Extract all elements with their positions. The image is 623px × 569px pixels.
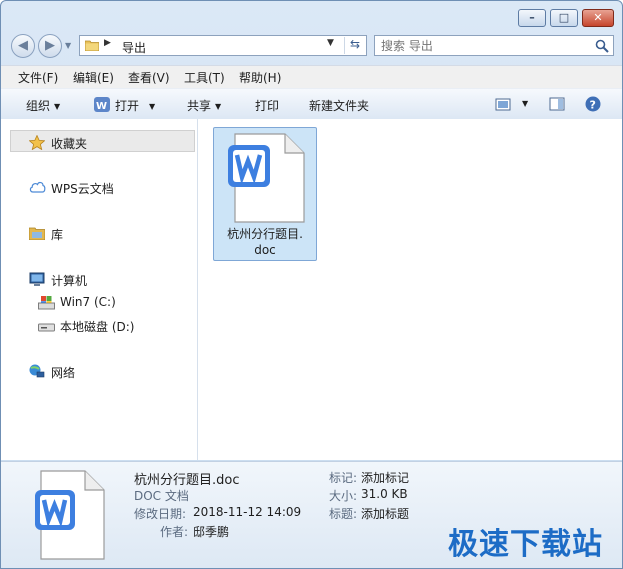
star-icon: [29, 135, 45, 150]
nav-item-computer[interactable]: 计算机: [29, 272, 189, 288]
breadcrumb-chevron-icon[interactable]: ▶: [104, 38, 111, 48]
navigation-pane: 收藏夹 WPS云文档 库 计算机 Win7 (C:) 本地磁盘 (D:) 网络: [1, 119, 198, 460]
menu-tools[interactable]: 工具(T): [184, 69, 225, 86]
details-title-value[interactable]: 添加标题: [361, 505, 409, 522]
caret-down-icon: ▼: [149, 102, 156, 111]
view-options-icon[interactable]: [495, 98, 511, 111]
minimize-button[interactable]: –: [518, 9, 546, 27]
document-thumbnail-icon: [35, 470, 105, 560]
folder-icon: [85, 40, 99, 51]
address-bar[interactable]: ▶ 导出 ▼ ⇆: [79, 35, 367, 56]
details-author-value[interactable]: 邸季鹏: [193, 523, 229, 540]
nav-computer-label: 计算机: [51, 274, 88, 288]
library-icon: [29, 227, 45, 240]
word-document-icon: [228, 133, 305, 223]
search-box[interactable]: [374, 35, 614, 56]
explorer-window: – □ ✕ ◀ ▶ ▼ ▶ 导出 ▼ ⇆ 文件(F) 编辑(E) 查看(V) 工…: [0, 0, 623, 569]
file-name-line-1: 杭州分行题目.: [227, 227, 303, 241]
refresh-icon[interactable]: ⇆: [344, 37, 365, 54]
computer-icon: [29, 272, 45, 286]
caret-down-icon: ▼: [54, 102, 61, 111]
forward-button[interactable]: ▶: [38, 34, 62, 58]
nav-favorites-label: 收藏夹: [51, 137, 88, 151]
organize-label: 组织: [26, 99, 51, 113]
organize-button[interactable]: 组织 ▼: [26, 97, 60, 114]
menu-view[interactable]: 查看(V): [128, 69, 170, 86]
nav-drive-d-label: 本地磁盘 (D:): [60, 320, 135, 334]
svg-text:W: W: [96, 101, 107, 112]
file-name: 杭州分行题目. doc: [216, 226, 314, 258]
caret-down-icon: ▼: [215, 102, 222, 111]
close-button[interactable]: ✕: [582, 9, 614, 27]
title-bar: – □ ✕: [1, 1, 622, 33]
details-type: DOC 文档: [134, 489, 189, 503]
command-bar: 组织 ▼ W 打开 ▼ 共享 ▼ 打印 新建文件夹 ▼ ?: [1, 88, 622, 120]
details-author-label: 作者:: [160, 525, 189, 539]
details-tags-value[interactable]: 添加标记: [361, 469, 409, 486]
back-button[interactable]: ◀: [11, 34, 35, 58]
minimize-icon: –: [529, 11, 535, 24]
nav-wps-cloud-label: WPS云文档: [51, 182, 114, 196]
wps-open-icon: W: [94, 97, 110, 112]
cloud-icon: [29, 181, 46, 193]
details-size-label: 大小:: [329, 489, 358, 503]
menu-file[interactable]: 文件(F): [18, 69, 58, 86]
details-filename: 杭州分行题目.doc: [134, 473, 240, 488]
open-label: 打开: [115, 99, 140, 113]
hard-drive-icon: [38, 323, 55, 332]
close-icon: ✕: [593, 11, 603, 24]
menu-help[interactable]: 帮助(H): [239, 69, 281, 86]
chevron-down-icon: ▼: [65, 41, 72, 50]
share-label: 共享: [187, 99, 212, 113]
recent-pages-dropdown[interactable]: ▼: [65, 41, 75, 51]
nav-item-drive-c[interactable]: Win7 (C:): [38, 295, 188, 311]
search-input[interactable]: [381, 38, 581, 53]
help-icon[interactable]: ?: [585, 96, 601, 112]
maximize-icon: □: [558, 11, 570, 24]
nav-item-wps-cloud[interactable]: WPS云文档: [29, 180, 189, 196]
menu-bar: 文件(F) 编辑(E) 查看(V) 工具(T) 帮助(H): [1, 65, 622, 88]
nav-network-label: 网络: [51, 366, 76, 380]
print-button[interactable]: 打印: [255, 97, 279, 114]
nav-item-network[interactable]: 网络: [29, 364, 189, 380]
details-modified-value: 2018-11-12 14:09: [193, 505, 302, 519]
svg-text:?: ?: [590, 99, 596, 112]
menu-edit[interactable]: 编辑(E): [73, 69, 114, 86]
search-icon[interactable]: [595, 39, 609, 53]
nav-item-favorites[interactable]: 收藏夹: [29, 135, 189, 151]
content-area: 收藏夹 WPS云文档 库 计算机 Win7 (C:) 本地磁盘 (D:) 网络 …: [1, 119, 622, 460]
nav-drive-c-label: Win7 (C:): [60, 295, 116, 309]
file-list-pane: 杭州分行题目. doc: [198, 119, 622, 460]
nav-libraries-label: 库: [51, 228, 64, 242]
view-options-caret-icon[interactable]: ▼: [518, 96, 528, 110]
back-arrow-icon: ◀: [18, 38, 28, 53]
nav-item-drive-d[interactable]: 本地磁盘 (D:): [38, 318, 188, 334]
file-item[interactable]: 杭州分行题目. doc: [213, 127, 317, 261]
maximize-button[interactable]: □: [550, 9, 578, 27]
preview-pane-icon[interactable]: [549, 97, 565, 111]
network-icon: [29, 364, 45, 378]
system-drive-icon: [38, 296, 55, 310]
nav-item-libraries[interactable]: 库: [29, 226, 189, 242]
forward-arrow-icon: ▶: [45, 38, 55, 53]
details-tags-label: 标记:: [329, 471, 358, 485]
file-name-line-2: doc: [254, 243, 276, 257]
watermark-logo: 极速下载站: [448, 527, 603, 562]
open-button[interactable]: 打开 ▼: [115, 97, 155, 114]
new-folder-button[interactable]: 新建文件夹: [309, 97, 369, 114]
details-size-value: 31.0 KB: [361, 487, 408, 501]
share-button[interactable]: 共享 ▼: [187, 97, 221, 114]
details-title-label: 标题:: [329, 507, 358, 521]
breadcrumb-current[interactable]: 导出: [122, 39, 146, 56]
address-dropdown-icon[interactable]: ▼: [327, 38, 334, 48]
details-modified-label: 修改日期:: [134, 507, 187, 521]
